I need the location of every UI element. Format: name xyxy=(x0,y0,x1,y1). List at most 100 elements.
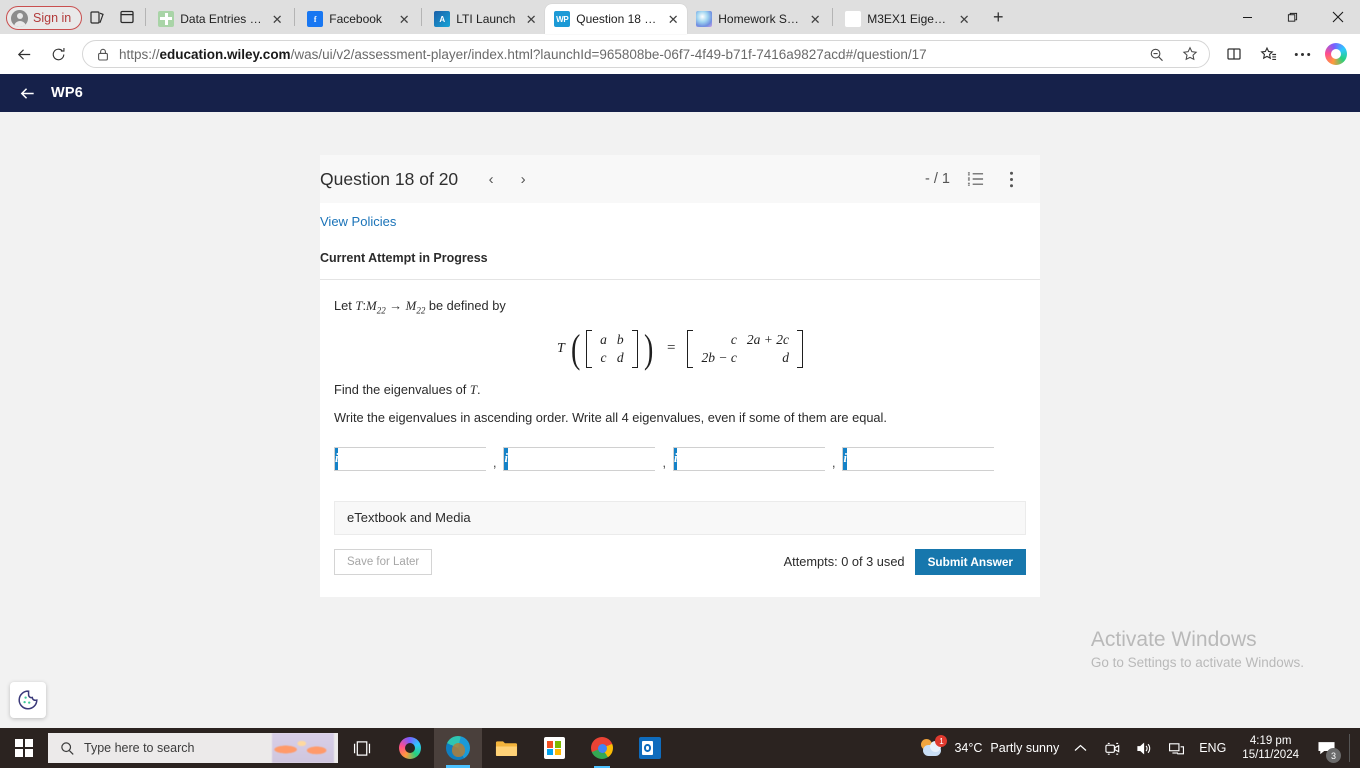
watermark-title: Activate Windows xyxy=(1090,628,1257,651)
matrix-cell: c xyxy=(600,349,607,365)
question-footer: Save for Later Attempts: 0 of 3 used Sub… xyxy=(334,548,1026,597)
answer-field-1[interactable]: i xyxy=(334,446,510,471)
wileyplus-icon: WP xyxy=(554,11,571,27)
address-bar[interactable]: https://education.wiley.com/was/ui/v2/as… xyxy=(82,40,1210,68)
window-controls xyxy=(1225,3,1360,31)
notification-icon[interactable]: 3 xyxy=(1313,735,1341,763)
next-question-button[interactable]: › xyxy=(510,166,536,192)
outlook-icon[interactable] xyxy=(626,728,674,768)
question-header-right: - / 1 xyxy=(925,168,1022,190)
matrix-cell: d xyxy=(616,349,624,365)
matrix-cell: c xyxy=(730,331,737,347)
answer-input[interactable] xyxy=(677,447,849,470)
more-options-icon[interactable] xyxy=(1000,168,1022,190)
answer-separator: , xyxy=(493,455,497,470)
back-arrow-icon[interactable] xyxy=(18,84,37,103)
browser-tab-facebook[interactable]: f Facebook ✕ xyxy=(298,4,418,34)
question-list-icon[interactable] xyxy=(964,168,986,190)
lock-icon[interactable] xyxy=(95,46,111,62)
question-card: Question 18 of 20 ‹ › - / 1 View Policie… xyxy=(320,155,1040,597)
browser-tab-lti-launch[interactable]: A LTI Launch ✕ xyxy=(425,4,545,34)
language-indicator[interactable]: ENG xyxy=(1197,741,1228,755)
copilot-icon[interactable] xyxy=(386,728,434,768)
url-text: https://education.wiley.com/was/ui/v2/as… xyxy=(119,46,927,62)
close-icon[interactable]: ✕ xyxy=(523,11,539,27)
watermark-subtitle: Go to Settings to activate Windows. xyxy=(1090,655,1304,670)
etextbook-and-media-bar[interactable]: eTextbook and Media xyxy=(334,500,1026,535)
ellipsis-icon[interactable] xyxy=(1286,38,1318,70)
answer-field-2[interactable]: i xyxy=(503,446,679,471)
star-icon[interactable] xyxy=(1177,41,1203,67)
favorites-icon[interactable] xyxy=(1252,38,1284,70)
edge-icon[interactable] xyxy=(434,728,482,768)
minimize-icon[interactable] xyxy=(1225,3,1270,31)
output-matrix: c 2a + 2c 2b − c d xyxy=(687,329,803,368)
chrome-icon[interactable] xyxy=(578,728,626,768)
browser-window: Sign in Data Entries 2024 - ✕ f Facebook… xyxy=(0,0,1360,728)
browser-tab-data-entries[interactable]: Data Entries 2024 - ✕ xyxy=(149,4,291,34)
input-matrix: a b c d xyxy=(586,329,638,368)
submit-answer-button[interactable]: Submit Answer xyxy=(914,548,1026,575)
answer-field-4[interactable]: i xyxy=(842,446,1018,471)
matrix-equation: T ( a b c d ) = c 2a + 2c 2b − c d xyxy=(334,328,1026,368)
task-view-icon[interactable] xyxy=(338,728,386,768)
new-tab-button[interactable]: + xyxy=(984,3,1012,31)
refresh-icon[interactable] xyxy=(42,38,74,70)
bracket-right xyxy=(631,329,638,368)
cookie-consent-icon[interactable] xyxy=(10,682,46,718)
tab-divider xyxy=(421,8,423,26)
prev-question-button[interactable]: ‹ xyxy=(478,166,504,192)
answer-input[interactable] xyxy=(507,447,679,470)
maximize-icon[interactable] xyxy=(1270,3,1315,31)
tab-label: M3EX1 Eigenvalues xyxy=(867,12,950,26)
partly-sunny-icon: 1 xyxy=(920,735,948,759)
volume-icon[interactable] xyxy=(1133,737,1155,759)
save-for-later-button[interactable]: Save for Later xyxy=(334,548,433,575)
show-desktop-strip[interactable] xyxy=(1349,734,1352,762)
search-placeholder: Type here to search xyxy=(84,741,195,755)
instruction-line-1: Find the eigenvalues of T. xyxy=(334,381,481,397)
attempt-status: Current Attempt in Progress xyxy=(320,231,1040,280)
close-icon[interactable]: ✕ xyxy=(956,11,972,27)
close-icon[interactable]: ✕ xyxy=(269,11,285,27)
answer-input[interactable] xyxy=(338,447,510,470)
matrix-cell: d xyxy=(782,349,789,365)
question-prompt: Let T:M22 → M22 be defined by xyxy=(334,298,506,316)
browser-tab-m3ex1[interactable]: W M3EX1 Eigenvalues ✕ xyxy=(836,4,978,34)
split-view-icon[interactable] xyxy=(1218,38,1250,70)
close-icon[interactable] xyxy=(1315,3,1360,31)
windows-start-icon[interactable] xyxy=(0,728,48,768)
weather-widget[interactable]: 1 34°C Partly sunny xyxy=(920,735,1059,759)
windows-taskbar: Type here to search 1 34°C Partly sunny … xyxy=(0,728,1360,768)
file-explorer-icon[interactable] xyxy=(482,728,530,768)
tab-label: Question 18 of 20 xyxy=(576,12,659,26)
collections-icon[interactable] xyxy=(82,3,112,31)
activate-windows-watermark: Activate Windows Go to Settings to activ… xyxy=(1091,628,1304,670)
network-icon[interactable] xyxy=(1165,737,1187,759)
close-icon[interactable]: ✕ xyxy=(396,11,412,27)
split-screen-icon[interactable] xyxy=(112,3,142,31)
answer-input[interactable] xyxy=(846,447,1018,470)
clock[interactable]: 4:19 pm 15/11/2024 xyxy=(1238,734,1303,762)
back-arrow-icon[interactable] xyxy=(8,38,40,70)
browser-tab-homework-space[interactable]: Homework Space - ✕ xyxy=(687,4,829,34)
bracket-right xyxy=(796,329,803,368)
homework-icon xyxy=(696,11,713,27)
browser-tab-question-18[interactable]: WP Question 18 of 20 ✕ xyxy=(545,4,688,34)
notification-count: 3 xyxy=(1326,748,1341,763)
search-input[interactable]: Type here to search xyxy=(48,733,338,763)
answer-field-3[interactable]: i xyxy=(672,446,849,471)
copilot-icon[interactable] xyxy=(1320,38,1352,70)
question-header: Question 18 of 20 ‹ › - / 1 xyxy=(320,155,1040,203)
sign-in-button[interactable]: Sign in xyxy=(6,6,83,30)
zoom-out-icon[interactable] xyxy=(1143,41,1169,67)
footer-right: Attempts: 0 of 3 used Submit Answer xyxy=(783,548,1026,575)
chevron-up-icon[interactable] xyxy=(1069,737,1091,759)
close-icon[interactable]: ✕ xyxy=(665,11,681,27)
camera-icon[interactable] xyxy=(1101,737,1123,759)
microsoft-store-icon[interactable] xyxy=(530,728,578,768)
attempts-counter: Attempts: 0 of 3 used xyxy=(783,554,905,570)
close-icon[interactable]: ✕ xyxy=(807,11,823,27)
matrix-cell: 2b − c xyxy=(701,349,737,365)
view-policies-link[interactable]: View Policies xyxy=(320,214,396,229)
